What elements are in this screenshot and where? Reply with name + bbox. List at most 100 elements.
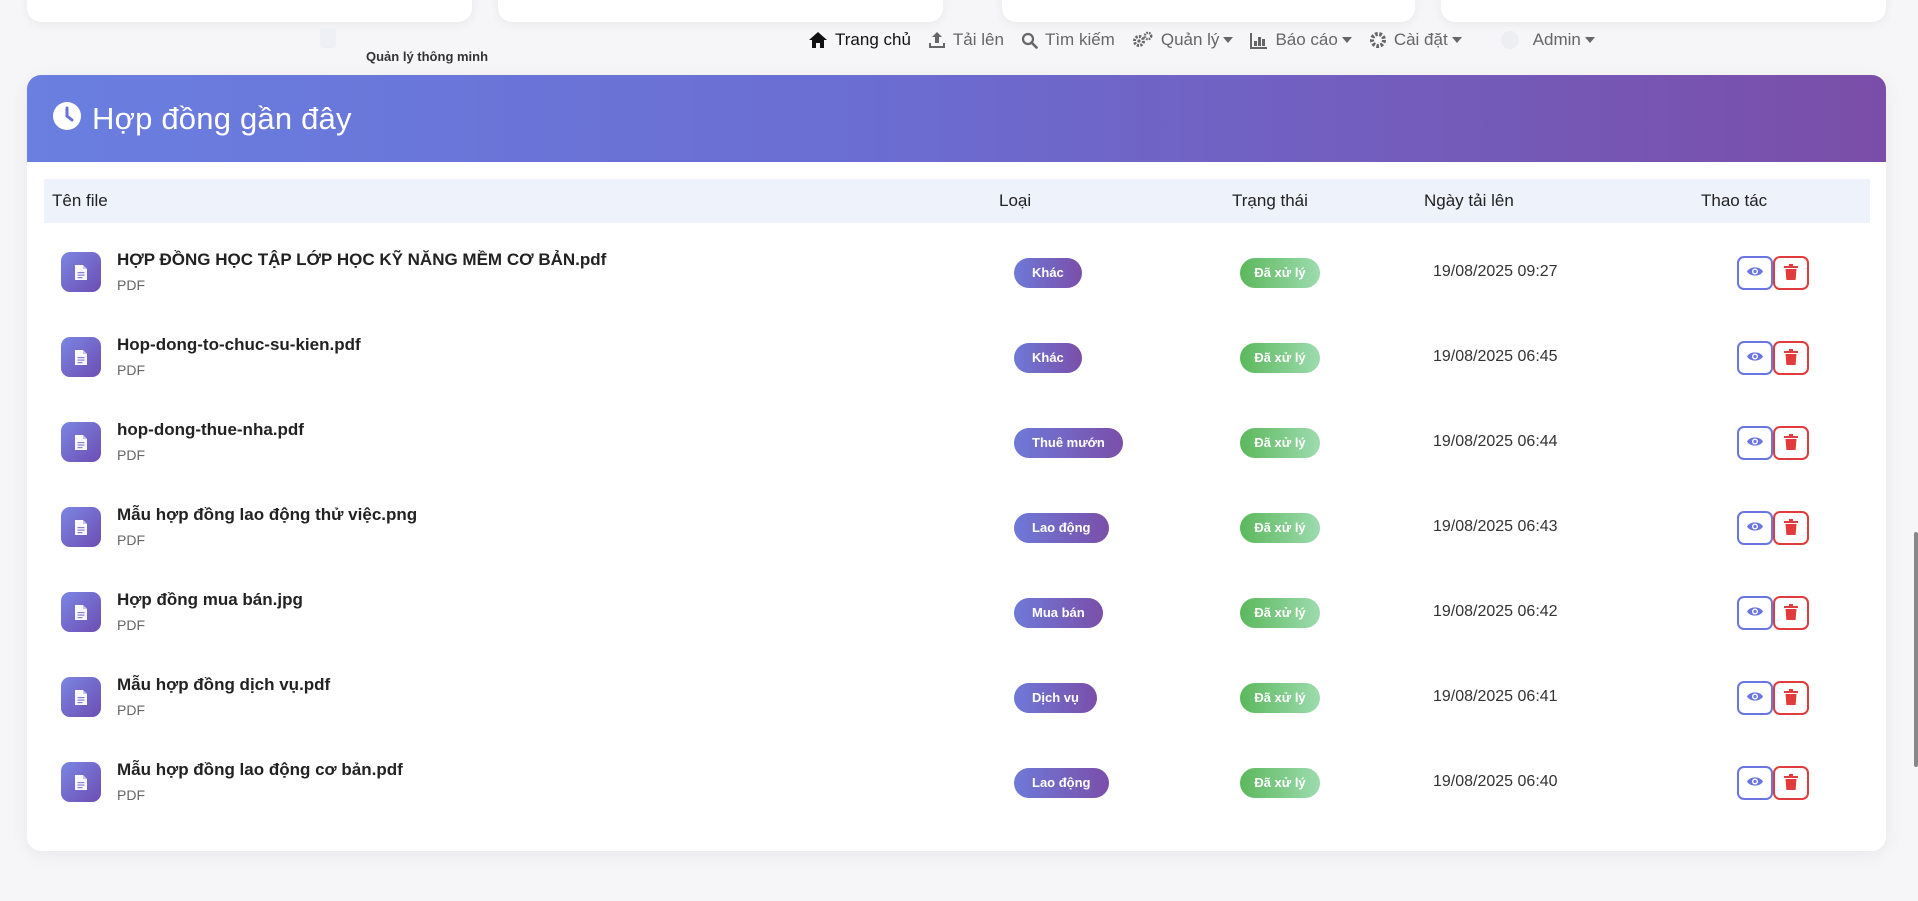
status-badge: Đã xử lý: [1240, 513, 1320, 543]
trash-icon: [1784, 688, 1798, 708]
table-row: hop-dong-thue-nha.pdf PDF Thuê mướn Đã x…: [44, 398, 1870, 483]
nav-item-label: Tải lên: [952, 30, 1004, 49]
file-icon: [61, 762, 101, 802]
nav-item-settings[interactable]: Cài đặt: [1369, 30, 1462, 50]
view-button[interactable]: [1737, 766, 1773, 800]
stat-card: [498, 0, 943, 22]
view-button[interactable]: [1737, 596, 1773, 630]
file-extension: PDF: [117, 447, 145, 463]
column-header-date: Ngày tải lên: [1424, 191, 1514, 210]
nav-item-reports[interactable]: Báo cáo: [1250, 30, 1352, 50]
file-name[interactable]: HỢP ĐỒNG HỌC TẬP LỚP HỌC KỸ NĂNG MỀM CƠ …: [117, 250, 606, 270]
status-badge: Đã xử lý: [1240, 598, 1320, 628]
file-name[interactable]: Hop-dong-to-chuc-su-kien.pdf: [117, 335, 361, 355]
type-badge: Lao động: [1014, 513, 1109, 543]
eye-icon: [1746, 605, 1764, 621]
file-extension: PDF: [117, 617, 145, 633]
nav-item-upload[interactable]: Tải lên: [928, 30, 1004, 50]
chevron-down-icon: [1223, 37, 1234, 43]
delete-button[interactable]: [1773, 766, 1809, 800]
nav-item-user[interactable]: Admin: [1479, 30, 1595, 50]
main-navbar: Trang chủ Tải lên Tìm kiếm Quản lý Báo c…: [808, 28, 1612, 52]
type-badge: Dịch vụ: [1014, 683, 1097, 713]
search-icon: [1021, 32, 1038, 49]
recent-contracts-panel: Hợp đồng gần đây Tên file Loại Trạng thá…: [27, 75, 1886, 851]
delete-button[interactable]: [1773, 511, 1809, 545]
type-badge: Khác: [1014, 258, 1082, 288]
delete-button[interactable]: [1773, 426, 1809, 460]
delete-button[interactable]: [1773, 341, 1809, 375]
eye-icon: [1746, 690, 1764, 706]
nav-item-home[interactable]: Trang chủ: [808, 30, 911, 50]
file-extension: PDF: [117, 787, 145, 803]
nav-item-label: Cài đặt: [1393, 30, 1448, 49]
file-icon: [61, 252, 101, 292]
delete-button[interactable]: [1773, 681, 1809, 715]
status-badge: Đã xử lý: [1240, 258, 1320, 288]
file-name[interactable]: Hợp đồng mua bán.jpg: [117, 590, 303, 610]
brand-subtitle: Quản lý thông minh: [366, 49, 489, 64]
table-row: Hop-dong-to-chuc-su-kien.pdf PDF Khác Đã…: [44, 313, 1870, 398]
file-name[interactable]: Mẫu hợp đồng dịch vụ.pdf: [117, 675, 330, 695]
file-name[interactable]: Mẫu hợp đồng lao động cơ bản.pdf: [117, 760, 403, 780]
chevron-down-icon: [1341, 37, 1352, 43]
upload-date: 19/08/2025 06:43: [1433, 518, 1558, 535]
trash-icon: [1784, 348, 1798, 368]
file-icon: [61, 422, 101, 462]
upload-date: 19/08/2025 06:41: [1433, 688, 1558, 705]
file-icon: [61, 337, 101, 377]
view-button[interactable]: [1737, 256, 1773, 290]
table-row: Mẫu hợp đồng lao động cơ bản.pdf PDF Lao…: [44, 738, 1870, 823]
chevron-down-icon: [1451, 37, 1462, 43]
upload-date: 19/08/2025 09:27: [1433, 263, 1558, 280]
file-name[interactable]: Mẫu hợp đồng lao động thử việc.png: [117, 505, 417, 525]
home-icon: [808, 31, 828, 49]
file-extension: PDF: [117, 702, 145, 718]
upload-date: 19/08/2025 06:42: [1433, 603, 1558, 620]
upload-date: 19/08/2025 06:45: [1433, 348, 1558, 365]
view-button[interactable]: [1737, 681, 1773, 715]
chevron-down-icon: [1584, 37, 1595, 43]
table-row: Hợp đồng mua bán.jpg PDF Mua bán Đã xử l…: [44, 568, 1870, 653]
stat-card: [1002, 0, 1415, 22]
page-scrollbar[interactable]: [1914, 532, 1918, 767]
nav-item-manage[interactable]: Quản lý: [1132, 30, 1234, 50]
file-icon: [61, 677, 101, 717]
eye-icon: [1746, 775, 1764, 791]
status-badge: Đã xử lý: [1240, 768, 1320, 798]
delete-button[interactable]: [1773, 256, 1809, 290]
file-icon: [61, 592, 101, 632]
type-badge: Khác: [1014, 343, 1082, 373]
delete-button[interactable]: [1773, 596, 1809, 630]
trash-icon: [1784, 263, 1798, 283]
column-header-type: Loại: [999, 191, 1032, 210]
type-badge: Mua bán: [1014, 598, 1103, 628]
nav-item-label: Tìm kiếm: [1044, 30, 1115, 49]
upload-date: 19/08/2025 06:40: [1433, 773, 1558, 790]
brand-logo: [320, 28, 336, 48]
view-button[interactable]: [1737, 426, 1773, 460]
gear-icon: [1369, 31, 1387, 49]
view-button[interactable]: [1737, 511, 1773, 545]
nav-item-search[interactable]: Tìm kiếm: [1021, 30, 1115, 50]
status-badge: Đã xử lý: [1240, 683, 1320, 713]
nav-item-label: Quản lý: [1160, 30, 1220, 49]
view-button[interactable]: [1737, 341, 1773, 375]
eye-icon: [1746, 435, 1764, 451]
eye-icon: [1746, 350, 1764, 366]
table-header: Tên file Loại Trạng thái Ngày tải lên Th…: [44, 179, 1870, 223]
column-header-status: Trạng thái: [1232, 191, 1308, 210]
user-avatar-icon: [1500, 31, 1519, 49]
nav-item-label: Báo cáo: [1275, 30, 1338, 49]
trash-icon: [1784, 433, 1798, 453]
type-badge: Lao động: [1014, 768, 1109, 798]
panel-title: Hợp đồng gần đây: [92, 100, 352, 136]
status-badge: Đã xử lý: [1240, 343, 1320, 373]
column-header-file: Tên file: [52, 191, 108, 210]
trash-icon: [1784, 603, 1798, 623]
file-name[interactable]: hop-dong-thue-nha.pdf: [117, 420, 304, 440]
eye-icon: [1746, 265, 1764, 281]
status-badge: Đã xử lý: [1240, 428, 1320, 458]
panel-header: Hợp đồng gần đây: [27, 75, 1886, 162]
cogs-icon: [1132, 31, 1154, 49]
